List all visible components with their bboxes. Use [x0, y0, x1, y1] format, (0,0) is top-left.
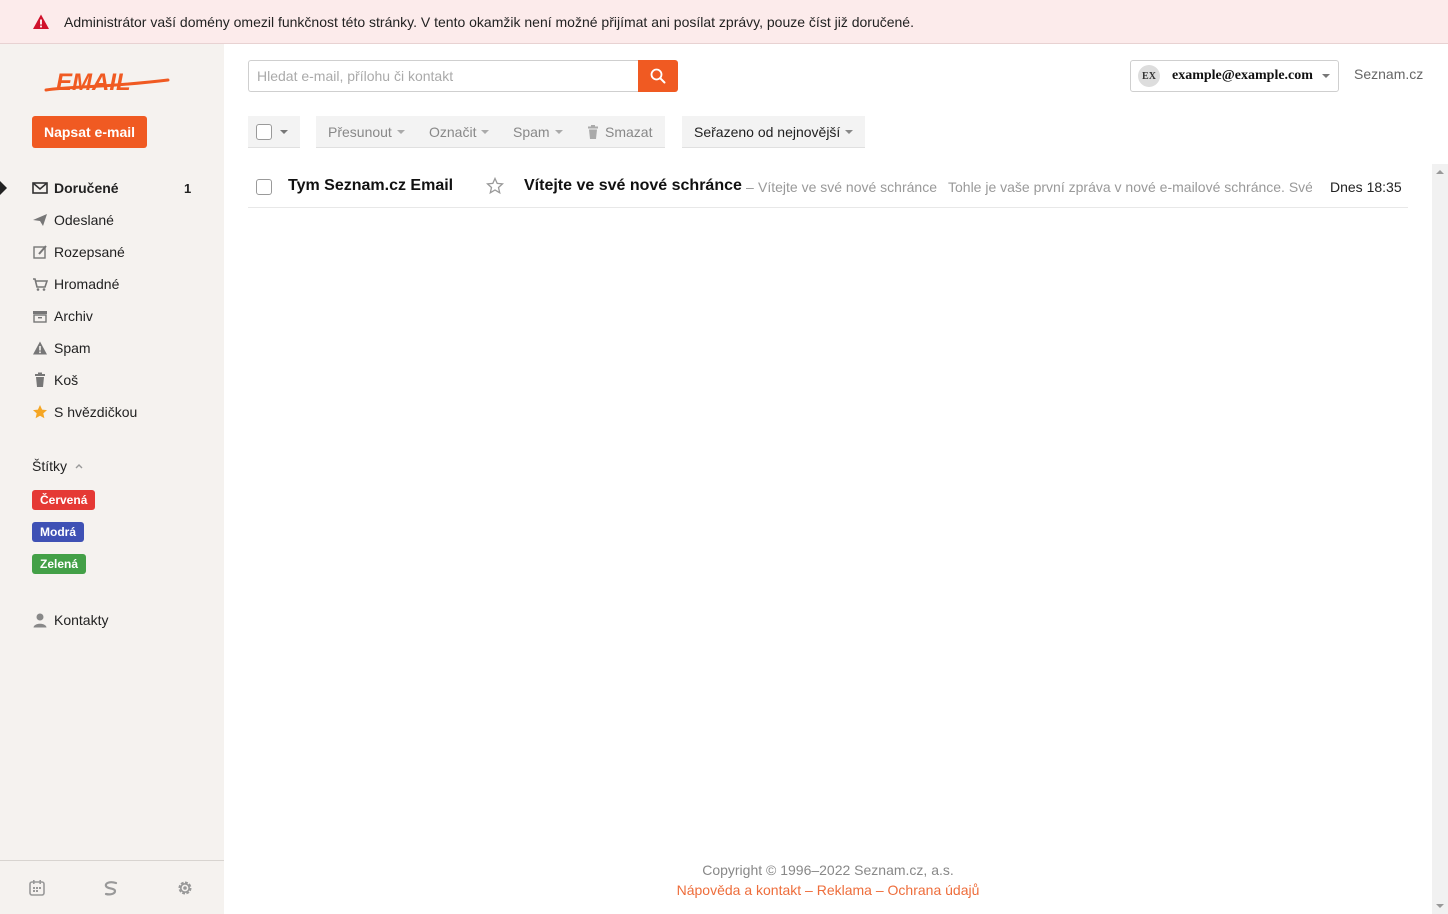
chevron-down-icon	[554, 129, 563, 134]
ads-link[interactable]: Reklama	[817, 882, 872, 898]
spam-button[interactable]: Spam	[501, 116, 575, 148]
bulk-icon	[32, 276, 48, 292]
folder-list: Doručené 1 Odeslané Rozepsané Hromadné A…	[0, 172, 224, 428]
move-label: Přesunout	[328, 123, 392, 140]
mark-label: Označit	[429, 123, 477, 140]
contacts-link[interactable]: Kontakty	[32, 608, 108, 632]
labels-heading-text: Štítky	[32, 458, 68, 474]
folder-archive[interactable]: Archiv	[0, 300, 224, 332]
folder-label: Doručené	[54, 180, 119, 196]
mark-button[interactable]: Označit	[417, 116, 502, 148]
person-icon	[32, 612, 48, 628]
chevron-up-icon	[74, 461, 84, 471]
folder-inbox[interactable]: Doručené 1	[0, 172, 224, 204]
label-red[interactable]: Červená	[32, 490, 96, 510]
compose-button[interactable]: Napsat e-mail	[32, 116, 147, 148]
inbox-icon	[32, 180, 48, 196]
delete-label: Smazat	[605, 123, 653, 140]
banner-text: Administrátor vaší domény omezil funkčno…	[64, 13, 914, 30]
scroll-up-icon[interactable]	[1436, 170, 1444, 174]
chevron-down-icon	[1322, 74, 1330, 78]
folder-trash[interactable]: Koš	[0, 364, 224, 396]
footer-separator: –	[875, 882, 884, 898]
labels-heading[interactable]: Štítky	[32, 458, 84, 474]
message-date: Dnes 18:35	[1330, 179, 1402, 195]
chevron-down-icon	[481, 129, 490, 134]
folder-label: Rozepsané	[54, 244, 125, 260]
folder-label: Hromadné	[54, 276, 120, 292]
unread-count: 1	[184, 180, 192, 196]
search-input[interactable]	[248, 60, 639, 92]
scrollbar[interactable]	[1432, 164, 1448, 914]
account-switcher[interactable]: EX example@example.com	[1130, 60, 1339, 92]
seznam-homepage-link[interactable]: Seznam.cz	[1354, 66, 1423, 82]
folder-sent[interactable]: Odeslané	[0, 204, 224, 236]
drafts-icon	[32, 244, 48, 260]
message-subject: Vítejte ve své nové schránce	[524, 177, 742, 194]
chevron-down-icon	[396, 129, 405, 134]
message-preview-subject: Vítejte ve své nové schránce	[758, 179, 937, 195]
contacts-label: Kontakty	[54, 612, 109, 628]
trash-icon	[587, 124, 599, 139]
search-button[interactable]	[638, 60, 678, 92]
seznam-s-icon[interactable]	[102, 879, 120, 897]
message-checkbox[interactable]	[256, 179, 272, 195]
star-toggle-icon[interactable]	[486, 177, 504, 195]
folder-label: Koš	[54, 372, 79, 388]
folder-bulk[interactable]: Hromadné	[0, 268, 224, 300]
footer-links: Nápověda a kontakt – Reklama – Ochrana ú…	[648, 882, 1008, 898]
sent-icon	[32, 212, 48, 228]
spam-icon	[32, 340, 48, 356]
message-preview-body: Tohle je vaše první zpráva v nové e-mail…	[948, 179, 1312, 195]
select-all-dropdown[interactable]	[248, 116, 300, 148]
warning-icon	[32, 13, 50, 31]
sort-label: Seřazeno od nejnovější	[694, 123, 841, 140]
privacy-link[interactable]: Ochrana údajů	[888, 882, 980, 898]
folder-label: Spam	[54, 340, 91, 356]
restriction-banner: Administrátor vaší domény omezil funkčno…	[0, 0, 1448, 44]
footer-separator: –	[805, 882, 813, 898]
label-green[interactable]: Zelená	[32, 554, 87, 574]
move-button[interactable]: Přesunout	[316, 116, 417, 148]
active-folder-marker	[0, 181, 7, 195]
chevron-down-icon	[280, 129, 288, 134]
message-sender: Tym Seznam.cz Email	[288, 177, 454, 194]
help-contact-link[interactable]: Nápověda a kontakt	[677, 882, 802, 898]
folder-label: S hvězdičkou	[54, 404, 138, 420]
calendar-icon[interactable]	[28, 879, 46, 897]
folder-label: Archiv	[54, 308, 93, 324]
trash-icon	[32, 372, 48, 388]
subject-separator: –	[746, 179, 754, 195]
select-all-checkbox[interactable]	[256, 123, 272, 140]
star-icon	[32, 404, 48, 420]
sort-dropdown[interactable]: Seřazeno od nejnovější	[682, 116, 866, 148]
chevron-down-icon	[845, 129, 854, 134]
search-icon	[650, 68, 666, 84]
account-email: example@example.com	[1172, 68, 1313, 83]
delete-button[interactable]: Smazat	[575, 116, 665, 148]
avatar: EX	[1138, 65, 1160, 87]
folder-spam[interactable]: Spam	[0, 332, 224, 364]
folder-drafts[interactable]: Rozepsané	[0, 236, 224, 268]
scroll-down-icon[interactable]	[1436, 904, 1444, 908]
folder-starred[interactable]: S hvězdičkou	[0, 396, 224, 428]
folder-label: Odeslané	[54, 212, 114, 228]
copyright-text: Copyright © 1996–2022 Seznam.cz, a.s.	[702, 862, 954, 878]
archive-icon	[32, 308, 48, 324]
email-logo[interactable]: EMAIL	[42, 66, 172, 102]
label-blue[interactable]: Modrá	[32, 522, 84, 542]
settings-gear-icon[interactable]	[176, 879, 194, 897]
sidebar-footer	[0, 860, 224, 914]
sidebar: EMAIL Napsat e-mail Doručené 1 Odeslané …	[0, 44, 224, 914]
spam-label: Spam	[513, 123, 550, 140]
table-row[interactable]: Tym Seznam.cz Email Vítejte ve své nové …	[248, 166, 1408, 208]
svg-text:EMAIL: EMAIL	[56, 69, 131, 96]
